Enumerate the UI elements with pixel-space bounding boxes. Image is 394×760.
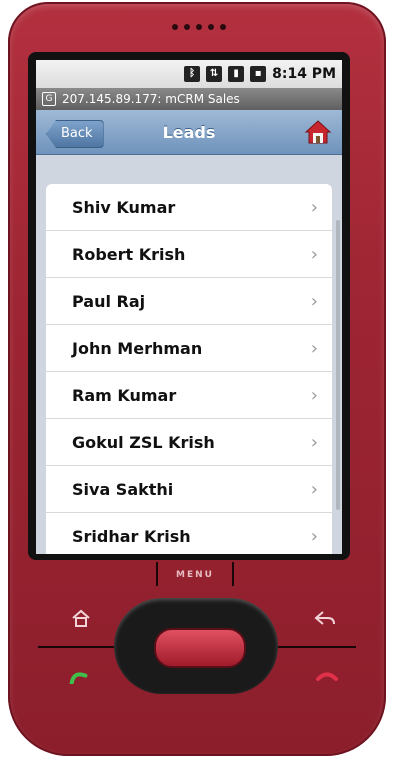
- menu-label: MENU: [176, 570, 214, 580]
- app-header: Back Leads: [36, 110, 342, 155]
- lead-name: Paul Raj: [72, 291, 146, 311]
- list-item[interactable]: Ram Kumar ›: [46, 372, 332, 419]
- battery-icon: ▪: [250, 66, 267, 82]
- status-time: 8:14 PM: [272, 66, 336, 82]
- list-item[interactable]: Siva Sakthi ›: [46, 466, 332, 513]
- home-icon[interactable]: [304, 118, 332, 146]
- leads-list: Shiv Kumar › Robert Krish › Paul Raj › J…: [46, 184, 332, 554]
- chevron-right-icon: ›: [310, 478, 318, 500]
- status-bar: ᛒ ⇅ ▮ ▪ 8:14 PM: [36, 60, 342, 88]
- lead-name: Shiv Kumar: [72, 197, 176, 217]
- list-item[interactable]: Robert Krish ›: [46, 231, 332, 278]
- chevron-right-icon: ›: [310, 337, 318, 359]
- browser-icon: G: [42, 92, 56, 106]
- chevron-right-icon: ›: [310, 290, 318, 312]
- browser-title-bar: G 207.145.89.177: mCRM Sales: [36, 88, 342, 110]
- list-item[interactable]: Shiv Kumar ›: [46, 184, 332, 231]
- page-title: Leads: [162, 122, 216, 142]
- lead-name: Ram Kumar: [72, 385, 177, 405]
- list-item[interactable]: Sridhar Krish ›: [46, 513, 332, 554]
- signal-icon: ▮: [228, 66, 245, 82]
- screen: ᛒ ⇅ ▮ ▪ 8:14 PM G 207.145.89.177: mCRM S…: [36, 60, 342, 554]
- call-icon: [69, 672, 88, 684]
- call-key[interactable]: [62, 664, 92, 688]
- back-arrow-icon: [314, 611, 335, 625]
- lead-name: Siva Sakthi: [72, 479, 174, 499]
- lead-name: Sridhar Krish: [72, 526, 191, 546]
- back-key[interactable]: [310, 606, 340, 630]
- menu-button[interactable]: MENU: [148, 562, 242, 588]
- chevron-right-icon: ›: [310, 243, 318, 265]
- back-button[interactable]: Back: [46, 120, 104, 148]
- scrollbar[interactable]: [336, 220, 340, 510]
- lead-name: Robert Krish: [72, 244, 186, 264]
- speaker-grille: [172, 24, 226, 30]
- end-call-key[interactable]: [312, 664, 342, 688]
- network-icon: ⇅: [206, 66, 223, 82]
- list-item[interactable]: John Merhman ›: [46, 325, 332, 372]
- list-item[interactable]: Gokul ZSL Krish ›: [46, 419, 332, 466]
- divider: [38, 646, 118, 648]
- chevron-right-icon: ›: [310, 384, 318, 406]
- chevron-right-icon: ›: [310, 196, 318, 218]
- chevron-right-icon: ›: [310, 525, 318, 547]
- home-key[interactable]: [66, 606, 96, 630]
- bluetooth-icon: ᛒ: [184, 66, 201, 82]
- home-key-icon: [72, 609, 90, 627]
- browser-title: 207.145.89.177: mCRM Sales: [62, 92, 240, 106]
- trackball[interactable]: [154, 628, 246, 668]
- chevron-right-icon: ›: [310, 431, 318, 453]
- list-item[interactable]: Paul Raj ›: [46, 278, 332, 325]
- end-call-icon: [316, 672, 338, 681]
- divider: [276, 646, 356, 648]
- lead-name: Gokul ZSL Krish: [72, 432, 215, 452]
- lead-name: John Merhman: [72, 338, 203, 358]
